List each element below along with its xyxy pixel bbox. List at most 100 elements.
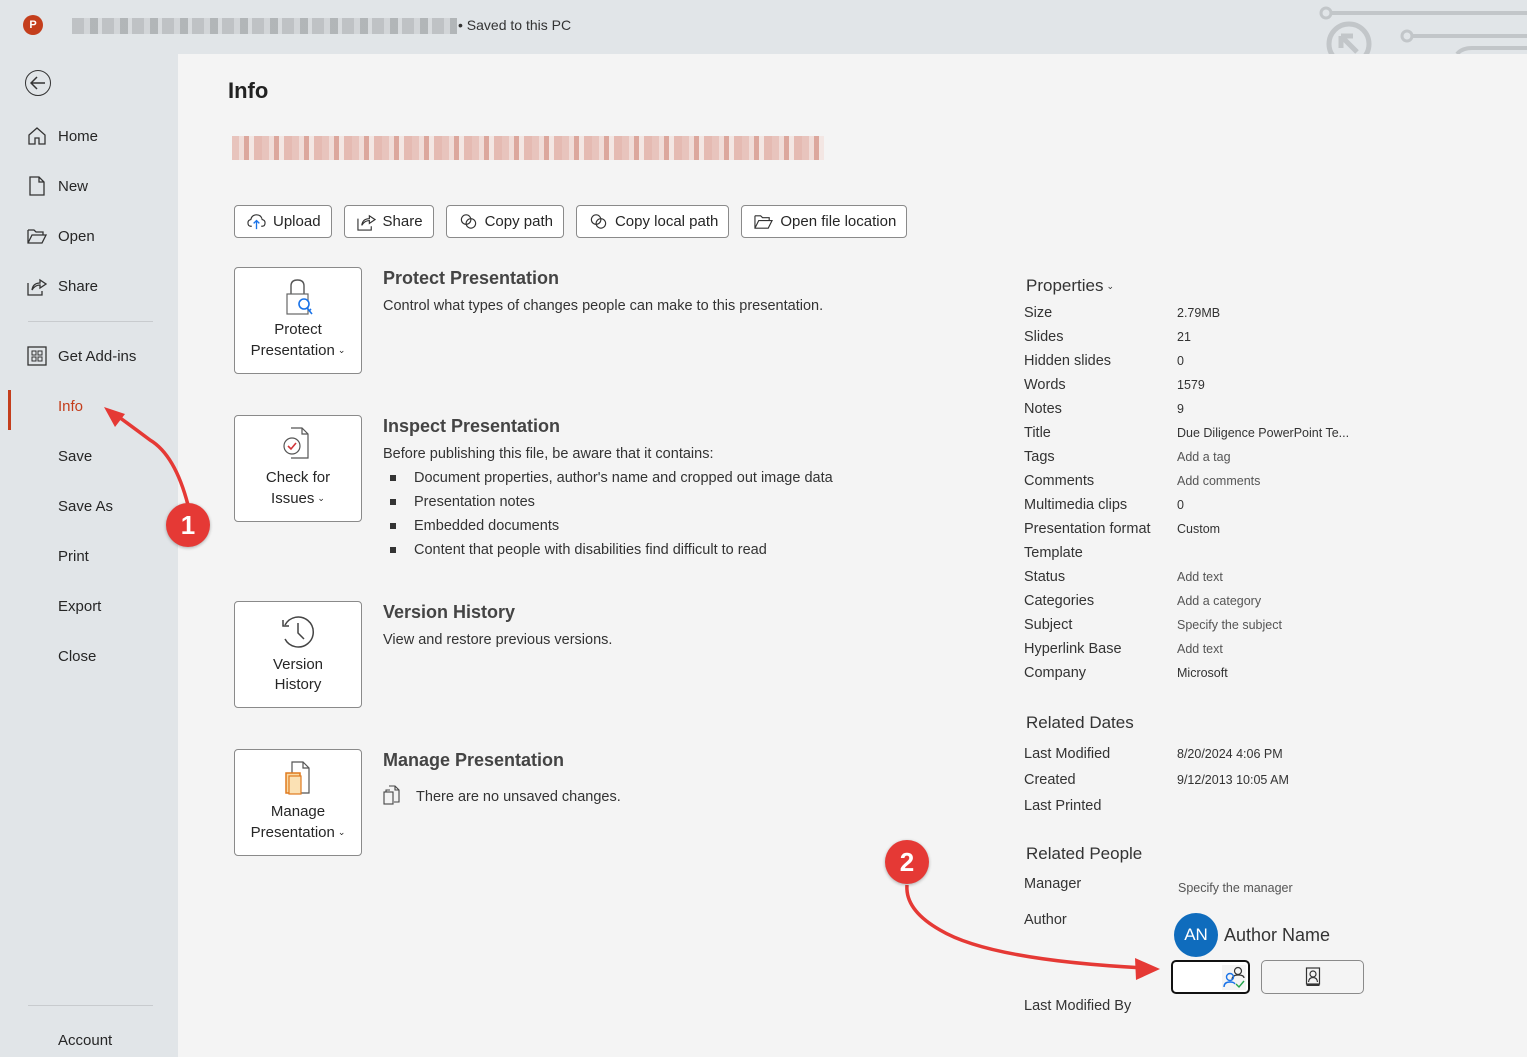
- share-icon: [27, 276, 47, 296]
- property-row: Company Microsoft: [1024, 665, 1424, 689]
- address-book-icon: [1305, 967, 1320, 986]
- copy-local-path-button[interactable]: Copy local path: [575, 205, 730, 238]
- chevron-down-icon: ⌄: [317, 493, 325, 503]
- property-key: Slides: [1024, 329, 1064, 345]
- property-row: Status Add text: [1024, 569, 1424, 593]
- upload-button[interactable]: Upload: [234, 205, 332, 238]
- sidebar-item-label: Save As: [58, 497, 114, 515]
- upload-label: Upload: [273, 213, 321, 230]
- related-people-heading: Related People: [1026, 844, 1143, 863]
- version-history-button[interactable]: Version History: [234, 601, 362, 708]
- chevron-down-icon: ⌄: [1106, 281, 1115, 291]
- document-check-icon: [283, 427, 309, 459]
- property-row: Size 2.79MB: [1024, 305, 1424, 329]
- sidebar-item-home[interactable]: Home: [3, 116, 178, 156]
- check-for-issues-button[interactable]: Check for Issues ⌄: [234, 415, 362, 522]
- property-row: Tags Add a tag: [1024, 449, 1424, 473]
- sidebar-item-new[interactable]: New: [3, 166, 178, 206]
- property-row: Notes 9: [1024, 401, 1424, 425]
- property-key: Size: [1024, 305, 1053, 321]
- sidebar-divider: [28, 321, 153, 322]
- author-avatar[interactable]: AN: [1174, 913, 1218, 957]
- annotation-badge-2: 2: [885, 840, 929, 884]
- protect-presentation-button[interactable]: Protect Presentation ⌄: [234, 267, 362, 374]
- link-icon: [460, 214, 476, 229]
- sidebar-item-label: Close: [58, 647, 97, 665]
- property-row: Created 9/12/2013 10:05 AM: [1024, 772, 1289, 788]
- sidebar-item-close[interactable]: Close: [3, 636, 178, 676]
- property-value[interactable]: Add a category: [1177, 594, 1261, 608]
- property-row: Last Modified By: [1024, 998, 1132, 1014]
- sidebar-item-label: Info: [58, 397, 84, 415]
- property-row: Template: [1024, 545, 1424, 569]
- sidebar-item-save[interactable]: Save: [3, 436, 178, 476]
- property-key: Notes: [1024, 401, 1062, 417]
- chevron-down-icon: ⌄: [337, 827, 346, 837]
- property-value[interactable]: Specify the subject: [1177, 618, 1282, 632]
- property-value[interactable]: Add text: [1177, 642, 1223, 656]
- section-title: Protect Presentation: [383, 268, 560, 288]
- sidebar-item-print[interactable]: Print: [3, 536, 178, 576]
- sidebar-item-share[interactable]: Share: [3, 266, 178, 306]
- share-button[interactable]: Share: [343, 205, 434, 238]
- property-key: Words: [1024, 377, 1066, 393]
- sidebar-item-get-add-ins[interactable]: Get Add-ins: [3, 336, 178, 376]
- home-icon: [27, 126, 47, 146]
- copy-path-button[interactable]: Copy path: [445, 205, 564, 238]
- share-label: Share: [382, 213, 423, 230]
- property-key: Comments: [1024, 473, 1095, 489]
- sidebar-item-label: Account: [58, 1031, 113, 1049]
- sidebar-item-save-as[interactable]: Save As: [3, 486, 178, 526]
- chevron-down-icon: ⌄: [337, 345, 346, 355]
- manage-presentation-button[interactable]: Manage Presentation ⌄: [234, 749, 362, 856]
- back-button[interactable]: [25, 70, 51, 96]
- property-value: 1579: [1177, 378, 1205, 392]
- address-book-button[interactable]: [1261, 960, 1364, 994]
- property-key: Status: [1024, 569, 1066, 585]
- tile-label: Check for Issues ⌄: [265, 469, 331, 507]
- property-row: Comments Add comments: [1024, 473, 1424, 497]
- unsaved-changes-text: There are no unsaved changes.: [416, 789, 621, 805]
- property-row: Hyperlink Base Add text: [1024, 641, 1424, 665]
- sidebar-item-label: Get Add-ins: [58, 347, 137, 365]
- document-copy-icon: [383, 785, 400, 805]
- property-row: Slides 21: [1024, 329, 1424, 353]
- check-names-button[interactable]: [1222, 965, 1246, 990]
- property-value: Due Diligence PowerPoint Te...: [1177, 426, 1350, 440]
- sidebar-item-label: Save: [58, 447, 93, 465]
- section-description: View and restore previous versions.: [383, 632, 613, 648]
- property-row: Subject Specify the subject: [1024, 617, 1424, 641]
- sidebar-item-label: Print: [58, 547, 89, 565]
- history-clock-icon: [282, 616, 314, 648]
- manager-field[interactable]: Specify the manager: [1178, 881, 1293, 895]
- tile-label: Protect Presentation ⌄: [250, 321, 346, 359]
- property-value[interactable]: Add a tag: [1177, 450, 1231, 464]
- property-key: Multimedia clips: [1024, 497, 1128, 513]
- annotation-badge-1: 1: [166, 503, 210, 547]
- unsaved-changes-icon-row: There are no unsaved changes.: [383, 785, 621, 805]
- property-value: 9: [1177, 402, 1184, 416]
- section-title: Manage Presentation: [383, 750, 565, 770]
- sidebar-item-open[interactable]: Open: [3, 216, 178, 256]
- list-item: Embedded documents: [383, 514, 833, 538]
- property-key: Hyperlink Base: [1024, 641, 1122, 657]
- open-file-location-button[interactable]: Open file location: [741, 205, 908, 238]
- author-name[interactable]: Author Name: [1224, 925, 1330, 946]
- property-row: Hidden slides 0: [1024, 353, 1424, 377]
- copy-path-label: Copy path: [484, 213, 553, 230]
- saved-status: • Saved to this PC: [458, 17, 572, 33]
- properties-dropdown[interactable]: Properties ⌄: [1026, 276, 1114, 296]
- file-action-toolbar: Upload Share Copy path Copy local path O…: [234, 205, 908, 238]
- property-key: Tags: [1024, 449, 1055, 465]
- file-name-redacted: [232, 136, 824, 160]
- property-value[interactable]: Add text: [1177, 570, 1223, 584]
- property-value: 2.79MB: [1177, 306, 1221, 320]
- tile-label: Version History: [272, 656, 324, 693]
- add-author-input[interactable]: [1171, 960, 1250, 994]
- property-value[interactable]: Add comments: [1177, 474, 1260, 488]
- backstage-sidebar: Home New Open Share Get Add-ins Info Sav…: [3, 54, 178, 1057]
- property-key: Categories: [1024, 593, 1095, 609]
- sidebar-item-account[interactable]: Account: [3, 1020, 178, 1057]
- sidebar-item-export[interactable]: Export: [3, 586, 178, 626]
- sidebar-item-info[interactable]: Info: [3, 386, 178, 430]
